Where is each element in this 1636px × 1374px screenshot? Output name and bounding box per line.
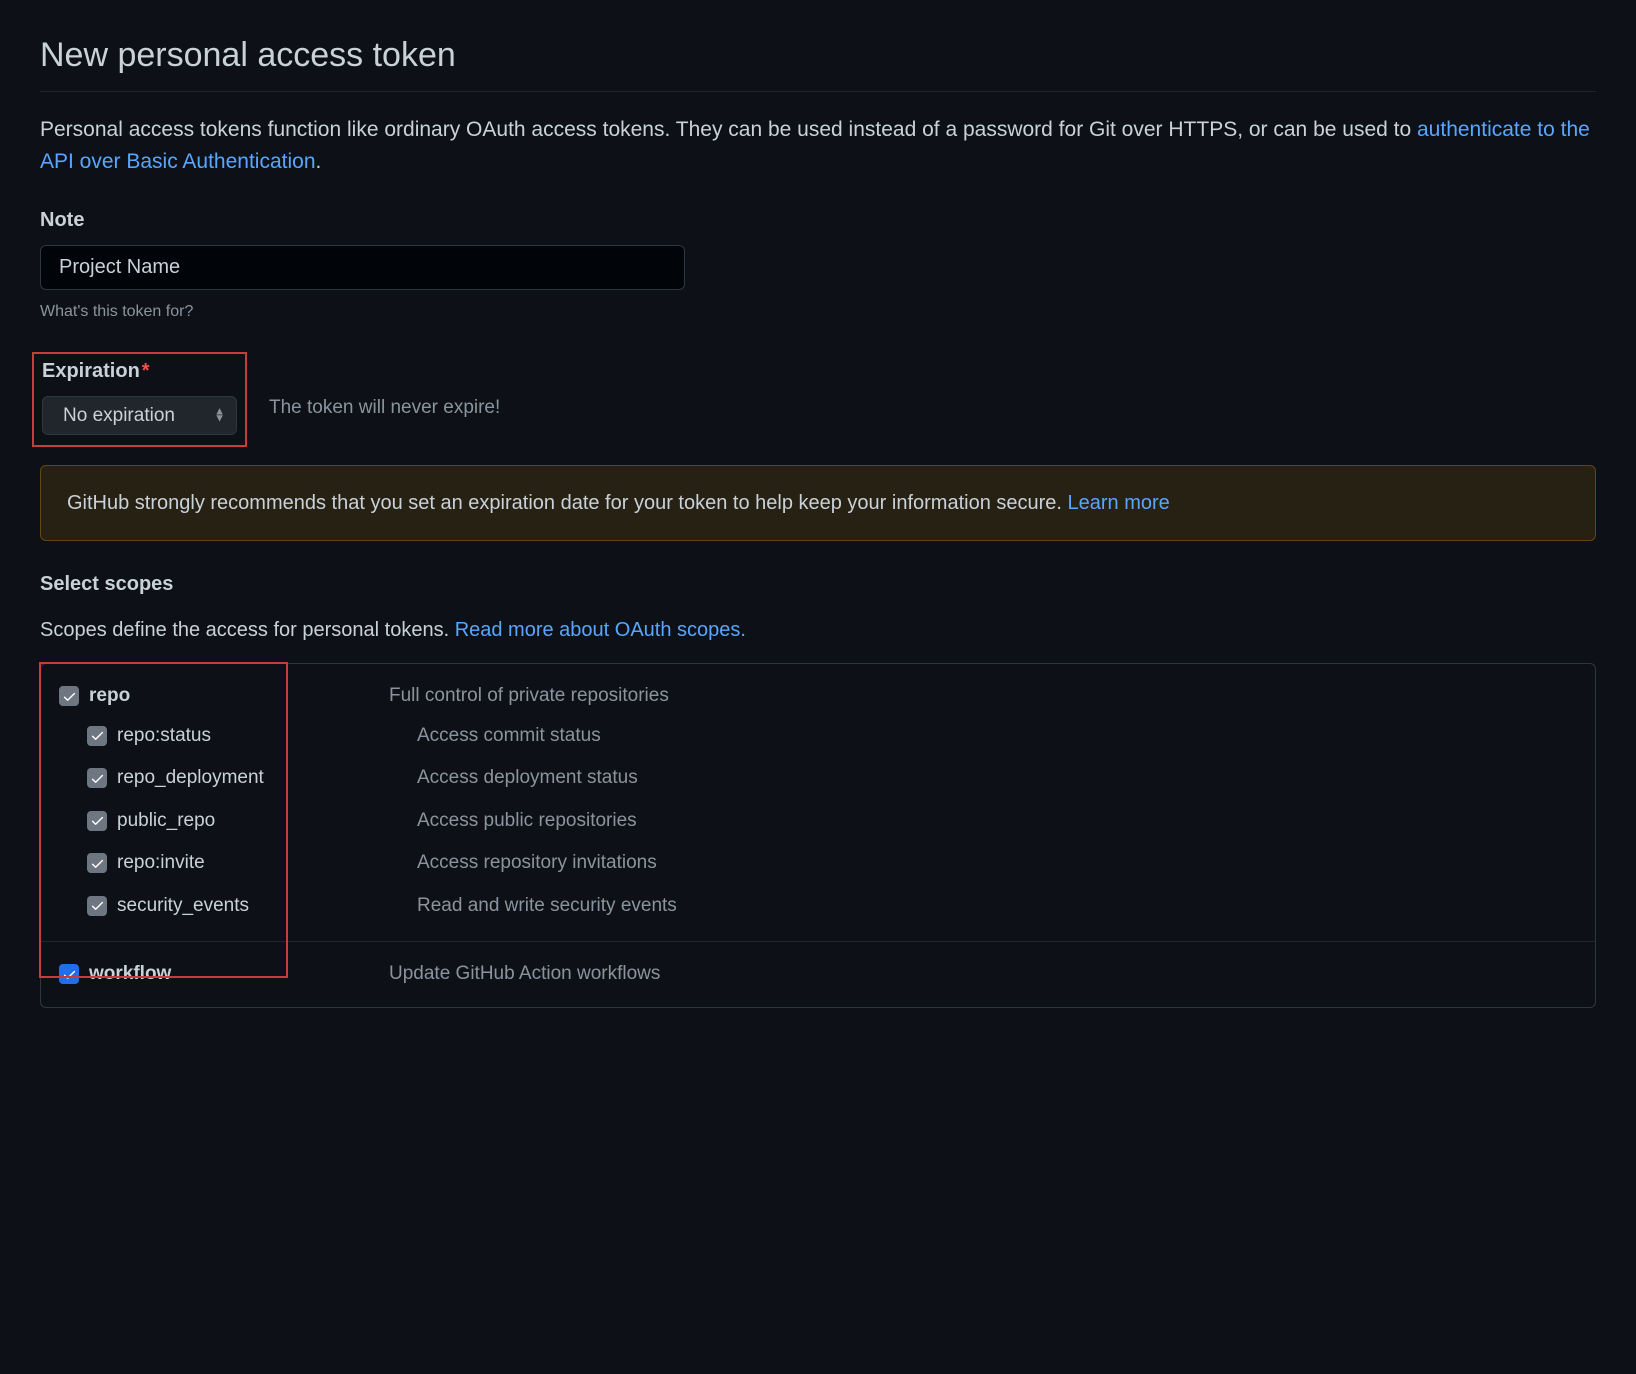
scope-description: Full control of private repositories (389, 682, 669, 711)
scope-row: security_eventsRead and write security e… (59, 885, 1577, 928)
scope-name: repo:invite (117, 849, 417, 878)
scope-row: public_repoAccess public repositories (59, 800, 1577, 843)
expiration-label-text: Expiration (42, 360, 140, 382)
scope-row: repo_deploymentAccess deployment status (59, 757, 1577, 800)
scope-description: Update GitHub Action workflows (389, 960, 660, 989)
scope-name: public_repo (117, 807, 417, 836)
alert-text: GitHub strongly recommends that you set … (67, 492, 1068, 514)
scope-description: Access commit status (417, 722, 601, 751)
scope-checkbox[interactable] (59, 686, 79, 706)
scope-checkbox[interactable] (87, 726, 107, 746)
expiration-section: Expiration* No expiration ▲▼ (32, 352, 247, 447)
scope-description: Access public repositories (417, 807, 637, 836)
alert-learn-more-link[interactable]: Learn more (1068, 492, 1170, 514)
scope-description: Read and write security events (417, 892, 677, 921)
scope-row: workflowUpdate GitHub Action workflows (59, 956, 1577, 993)
scope-name: workflow (89, 960, 389, 989)
note-label: Note (40, 205, 1596, 235)
scope-name: security_events (117, 892, 417, 921)
expiration-select[interactable]: No expiration (42, 396, 237, 435)
scope-checkbox[interactable] (87, 768, 107, 788)
scope-checkbox[interactable] (59, 964, 79, 984)
intro-suffix: . (316, 150, 322, 173)
scope-group: repoFull control of private repositories… (41, 664, 1595, 942)
scope-description: Access repository invitations (417, 849, 657, 878)
scope-group: workflowUpdate GitHub Action workflows (41, 942, 1595, 1007)
scope-row: repo:statusAccess commit status (59, 715, 1577, 758)
intro-text: Personal access tokens function like ord… (40, 114, 1596, 177)
expiration-warning-alert: GitHub strongly recommends that you set … (40, 465, 1596, 541)
note-section: Note What's this token for? (40, 205, 1596, 324)
scope-name: repo_deployment (117, 764, 417, 793)
scope-row: repoFull control of private repositories (59, 678, 1577, 715)
scope-checkbox[interactable] (87, 853, 107, 873)
scopes-desc-prefix: Scopes define the access for personal to… (40, 619, 455, 641)
scopes-heading: Select scopes (40, 569, 1596, 599)
required-star-icon: * (142, 360, 150, 382)
scope-name: repo:status (117, 722, 417, 751)
scope-description: Access deployment status (417, 764, 638, 793)
scope-name: repo (89, 682, 389, 711)
scopes-container: repoFull control of private repositories… (40, 663, 1596, 1008)
scope-row: repo:inviteAccess repository invitations (59, 842, 1577, 885)
scope-checkbox[interactable] (87, 811, 107, 831)
page-title: New personal access token (40, 30, 1596, 92)
note-help: What's this token for? (40, 300, 1596, 324)
note-input[interactable] (40, 245, 685, 290)
intro-prefix: Personal access tokens function like ord… (40, 118, 1417, 141)
scopes-readmore-link[interactable]: Read more about OAuth scopes. (455, 619, 746, 641)
scopes-description: Scopes define the access for personal to… (40, 615, 1596, 645)
expiration-hint: The token will never expire! (269, 394, 500, 423)
expiration-label: Expiration* (42, 356, 237, 386)
scope-checkbox[interactable] (87, 896, 107, 916)
